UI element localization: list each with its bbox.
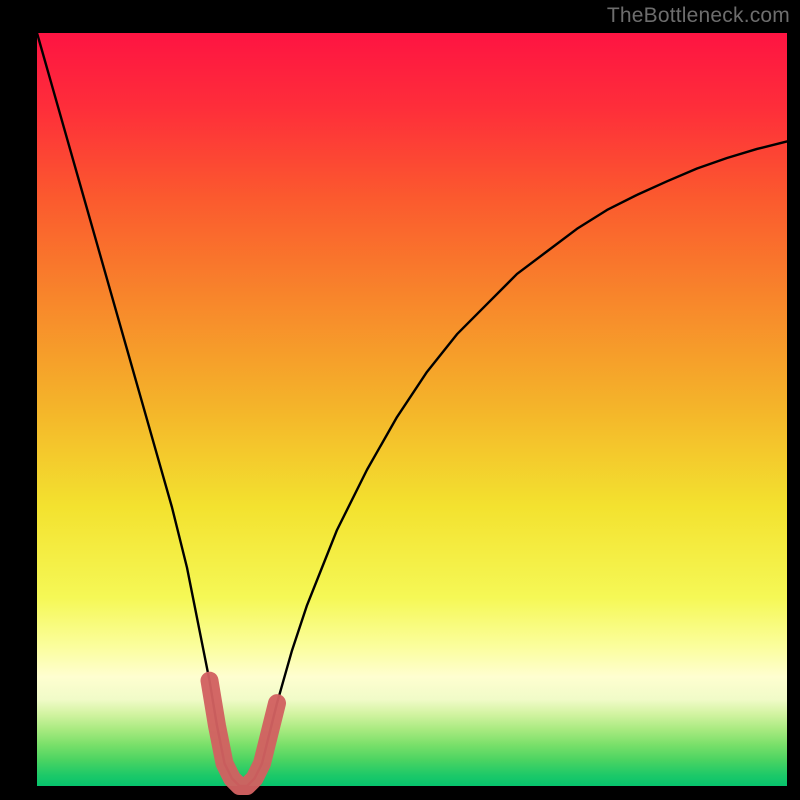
watermark-text: TheBottleneck.com — [607, 4, 790, 28]
chart-stage: TheBottleneck.com — [0, 0, 800, 800]
plot-background — [37, 33, 787, 786]
bottleneck-chart — [0, 0, 800, 800]
